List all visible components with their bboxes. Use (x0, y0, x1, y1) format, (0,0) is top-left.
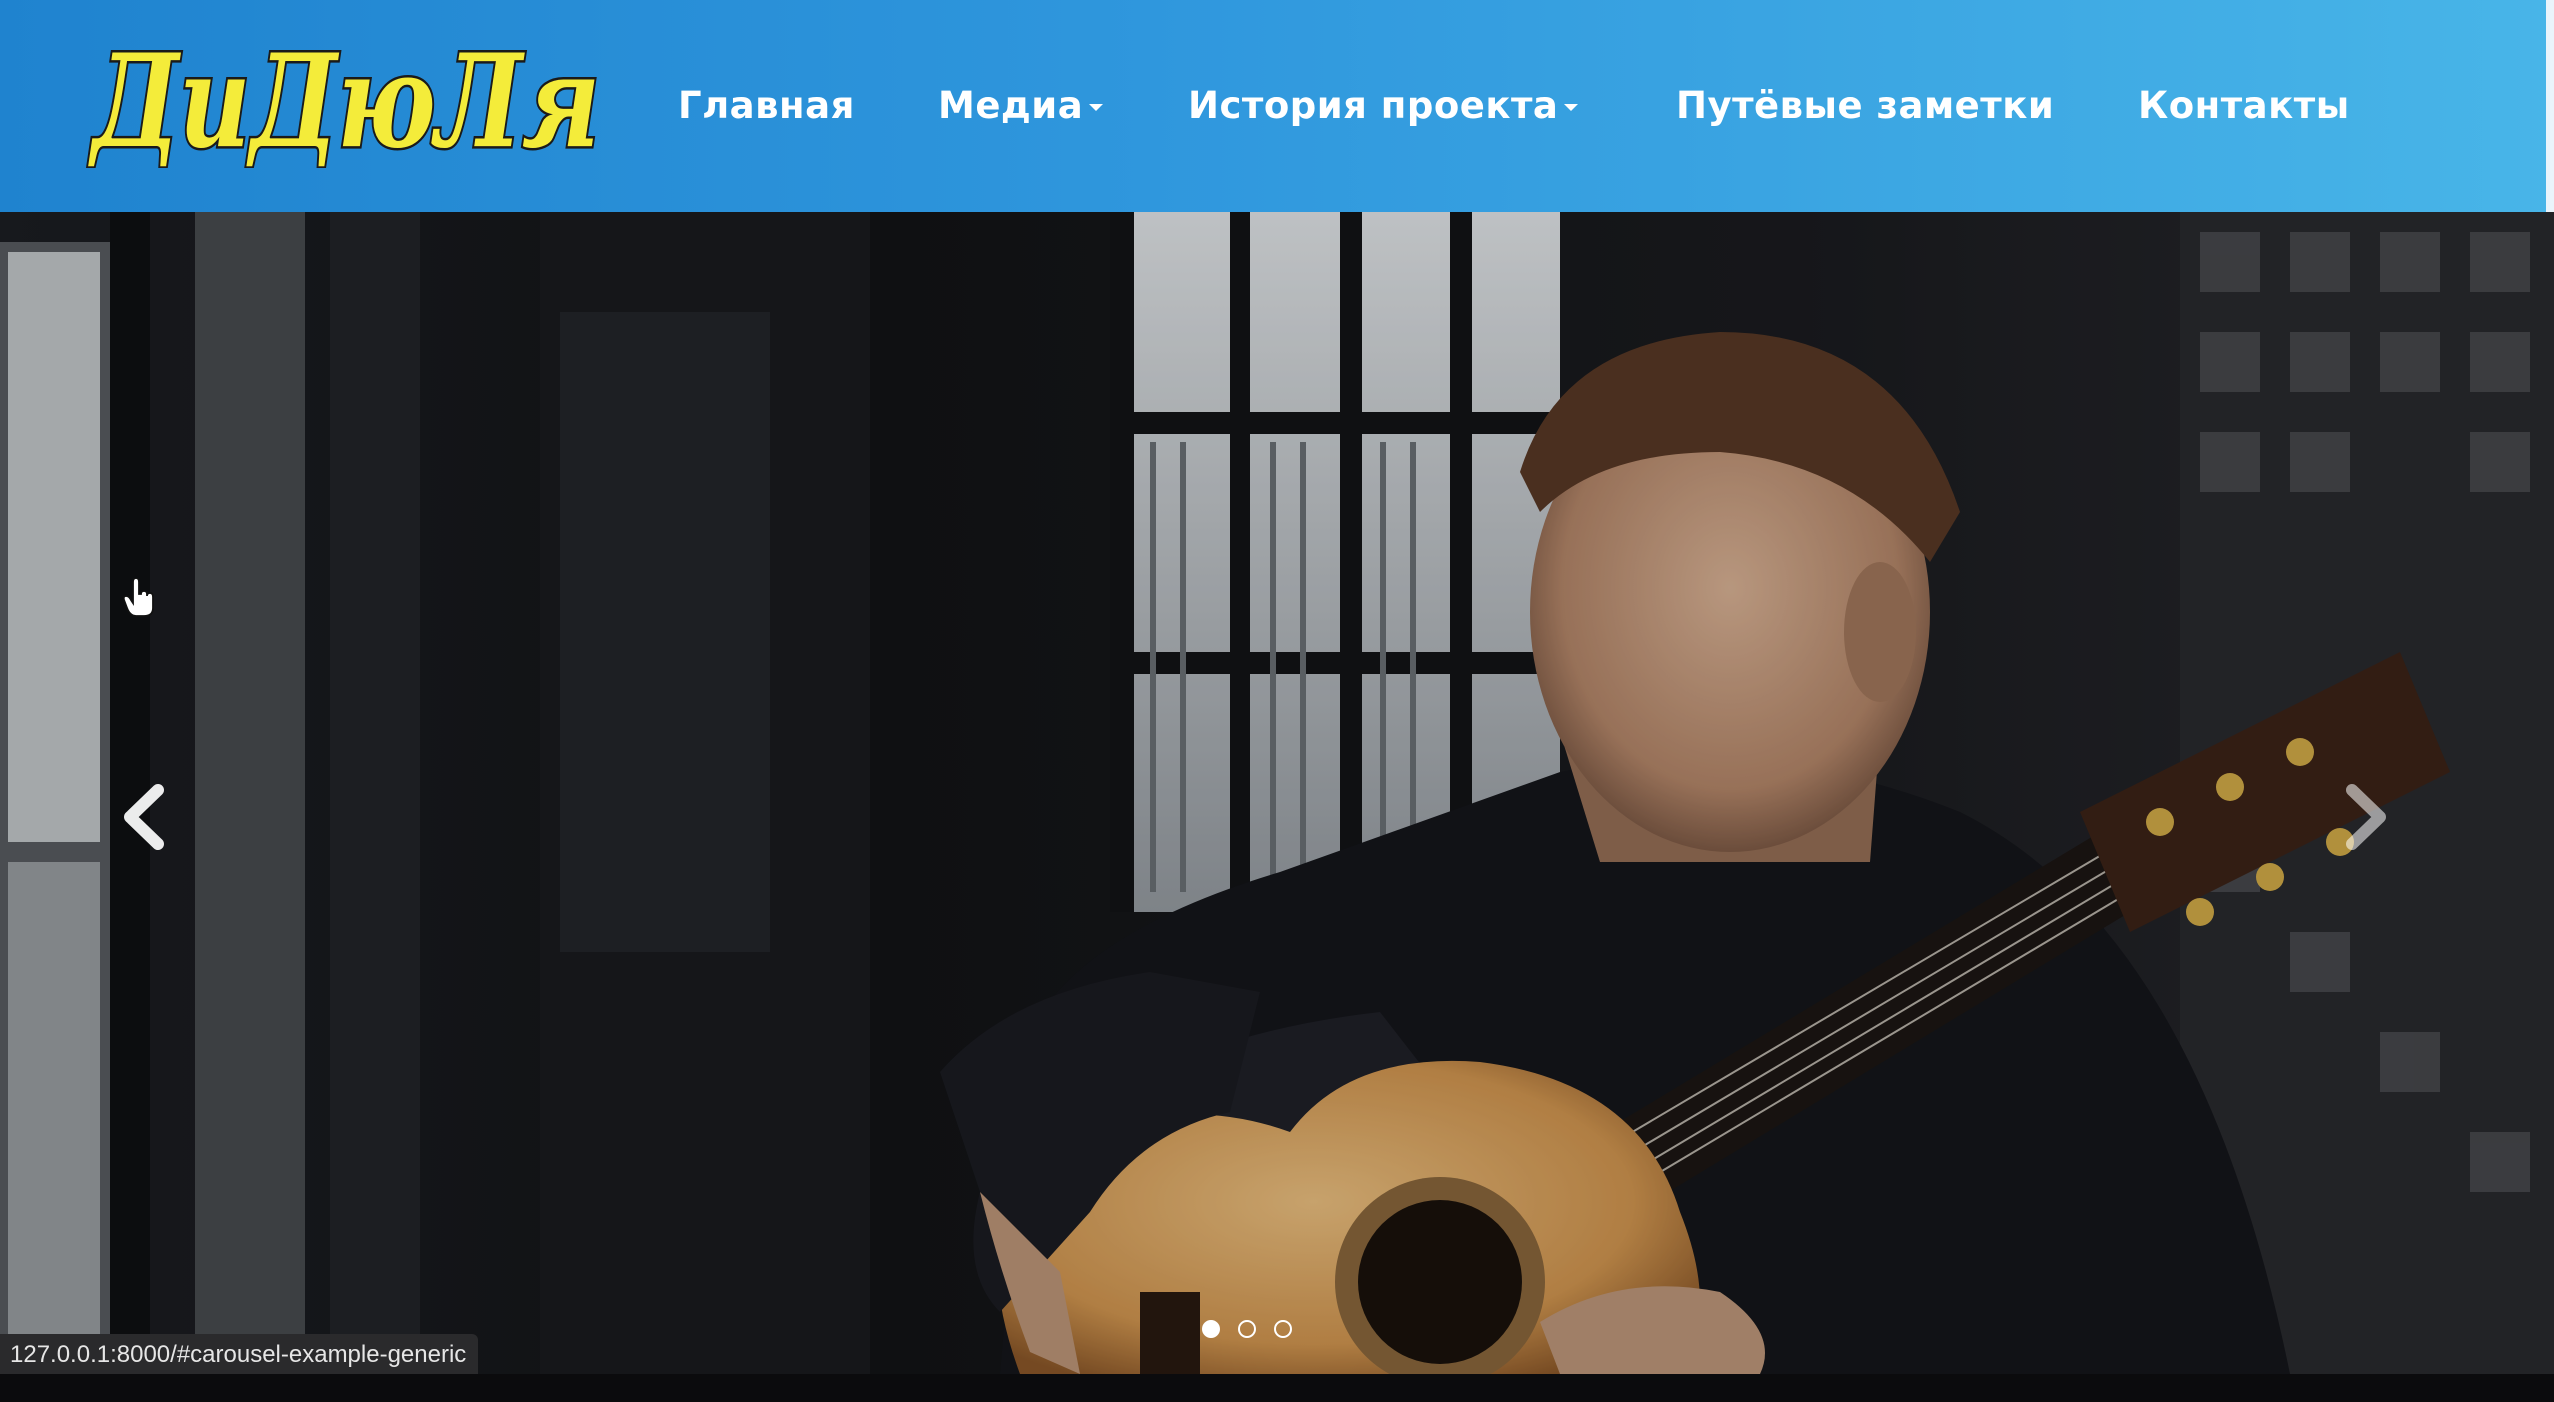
hand-cursor-icon (122, 578, 154, 617)
chevron-right-icon (2346, 784, 2386, 850)
caret-down-icon (1089, 104, 1104, 111)
nav-item-travel-notes[interactable]: Путёвые заметки (1676, 84, 2054, 127)
nav-item-label: Медиа (938, 84, 1084, 127)
navbar-edge (2546, 0, 2554, 212)
carousel-indicator-1[interactable] (1202, 1320, 1220, 1338)
nav-item-media[interactable]: Медиа (938, 84, 1104, 127)
logo-image: ДиДюЛя (86, 25, 603, 180)
nav-item-project-history[interactable]: История проекта (1188, 84, 1579, 127)
chevron-left-icon (124, 784, 164, 850)
top-navbar: ДиДюЛя Главная Медиа История проекта Пут… (0, 0, 2554, 212)
nav-item-home[interactable]: Главная (678, 84, 855, 127)
carousel-next-button[interactable] (2320, 772, 2410, 862)
nav-item-label: Контакты (2138, 84, 2350, 127)
nav-item-label: Главная (678, 84, 855, 127)
caret-down-icon (1564, 104, 1579, 111)
carousel-example-generic (0, 212, 2554, 1374)
bottom-bar (0, 1374, 2554, 1402)
carousel-prev-button[interactable] (100, 772, 190, 862)
carousel-indicator-2[interactable] (1238, 1320, 1256, 1338)
nav-item-label: История проекта (1188, 84, 1559, 127)
logo-text: ДиДюЛя (88, 28, 600, 168)
carousel-indicator-3[interactable] (1274, 1320, 1292, 1338)
guitarist-photo (0, 212, 2554, 1374)
nav-item-contacts[interactable]: Контакты (2138, 84, 2350, 127)
nav-item-label: Путёвые заметки (1676, 84, 2055, 127)
status-bar-url: 127.0.0.1:8000/#carousel-example-generic (0, 1334, 479, 1376)
site-logo[interactable]: ДиДюЛя (86, 25, 606, 180)
